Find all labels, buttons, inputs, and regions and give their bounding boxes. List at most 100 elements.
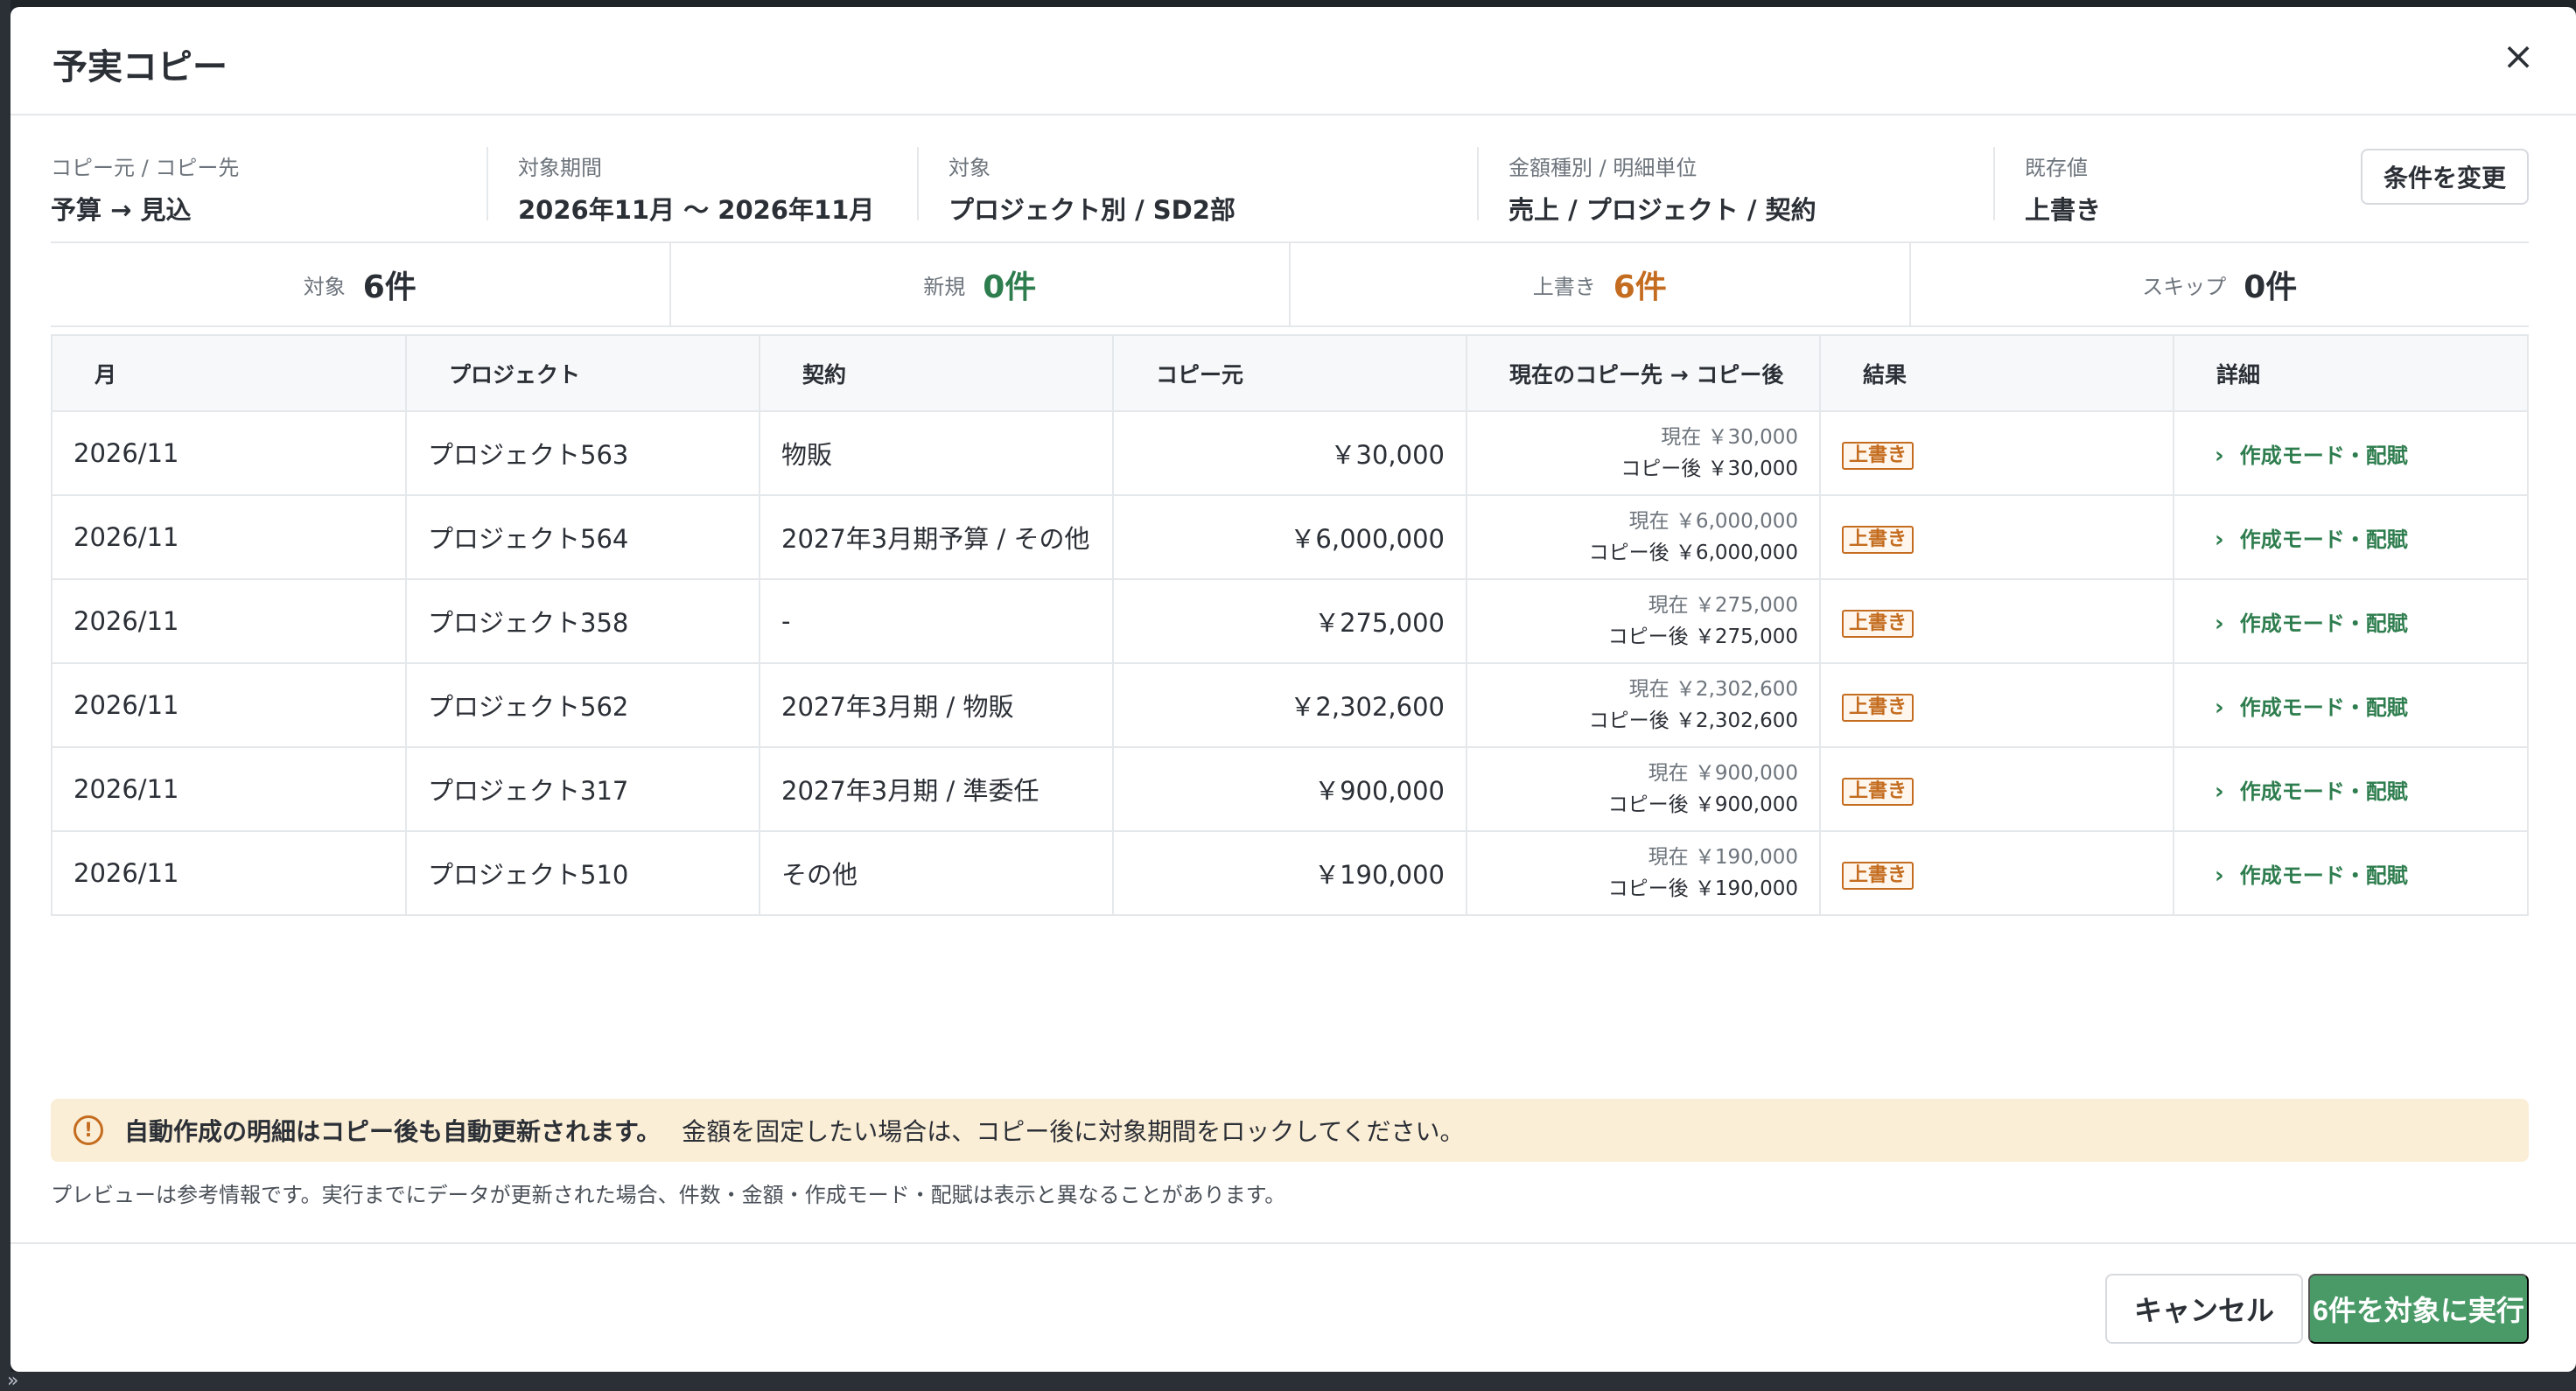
- close-icon[interactable]: ×: [2494, 31, 2543, 80]
- detail-label: 作成モード・配賦: [2239, 779, 2408, 804]
- expand-sidebar-icon[interactable]: »: [7, 1372, 42, 1391]
- cell-project: プロジェクト317: [406, 747, 760, 832]
- cell-project: プロジェクト562: [406, 663, 760, 748]
- cell-source-amount: ￥900,000: [1113, 747, 1467, 832]
- table-row: 2026/11 プロジェクト564 2027年3月期予算 / その他 ￥6,00…: [52, 495, 2527, 580]
- cell-compare: 現在 ￥190,000 コピー後 ￥190,000: [1466, 831, 1821, 916]
- detail-label: 作成モード・配賦: [2239, 527, 2408, 552]
- table-row: 2026/11 プロジェクト358 - ￥275,000 現在 ￥275,000…: [52, 579, 2527, 664]
- column-header-source[interactable]: コピー元: [1113, 336, 1467, 412]
- cell-compare: 現在 ￥900,000 コピー後 ￥900,000: [1466, 747, 1821, 832]
- cell-detail: › 作成モード・配賦: [2174, 495, 2527, 580]
- warning-text: 金額を固定したい場合は、コピー後に対象期間をロックしてください。: [682, 1117, 1465, 1146]
- summary-label: スキップ: [2142, 274, 2227, 299]
- summary-new: 新規 0件: [668, 243, 1290, 325]
- cell-month: 2026/11: [52, 831, 407, 916]
- summary-value: 6件: [362, 269, 416, 305]
- cell-compare: 現在 ￥275,000 コピー後 ￥275,000: [1466, 579, 1821, 664]
- chevron-right-icon: ›: [2215, 694, 2224, 721]
- cell-compare: 現在 ￥30,000 コピー後 ￥30,000: [1466, 411, 1821, 496]
- condition-value: 売上 / プロジェクト / 契約: [1508, 195, 1816, 225]
- preview-table: 月 プロジェクト 契約 コピー元 現在のコピー先 → コピー後 結果 詳細 20…: [51, 334, 2529, 916]
- summary-label: 新規: [923, 274, 966, 299]
- condition-value: 2026年11月 〜 2026年11月: [518, 195, 875, 225]
- conditions-panel: コピー元 / コピー先 予算 → 見込 対象期間 2026年11月 〜 2026…: [51, 147, 2529, 243]
- cell-project: プロジェクト564: [406, 495, 760, 580]
- chevron-right-icon: ›: [2215, 862, 2224, 889]
- table-header-row: 月 プロジェクト 契約 コピー元 現在のコピー先 → コピー後 結果 詳細: [52, 336, 2527, 412]
- cancel-button[interactable]: キャンセル: [2105, 1274, 2303, 1344]
- detail-label: 作成モード・配賦: [2239, 863, 2408, 888]
- overwrite-badge: 上書き: [1842, 861, 1914, 890]
- execute-button[interactable]: 6件を対象に実行: [2308, 1274, 2529, 1344]
- cell-result: 上書き: [1820, 579, 2174, 664]
- condition-label: 対象: [948, 156, 990, 180]
- column-header-result[interactable]: 結果: [1820, 336, 2174, 412]
- cell-month: 2026/11: [52, 495, 407, 580]
- chevron-right-icon: ›: [2215, 442, 2224, 469]
- backdrop-left-edge: [0, 0, 10, 1391]
- current-amount: 現在 ￥190,000: [1648, 846, 1798, 869]
- condition-label: 既存値: [2025, 156, 2088, 180]
- detail-label: 作成モード・配賦: [2239, 695, 2408, 720]
- overwrite-badge: 上書き: [1842, 777, 1914, 806]
- cell-contract: 2027年3月期予算 / その他: [760, 495, 1114, 580]
- condition-source-target: コピー元 / コピー先 予算 → 見込: [51, 147, 486, 225]
- detail-label: 作成モード・配賦: [2239, 443, 2408, 468]
- cell-compare: 現在 ￥6,000,000 コピー後 ￥6,000,000: [1466, 495, 1821, 580]
- summary-label: 対象: [303, 274, 346, 299]
- after-amount: コピー後 ￥6,000,000: [1588, 542, 1798, 564]
- detail-toggle[interactable]: › 作成モード・配賦: [2195, 694, 2408, 721]
- after-amount: コピー後 ￥190,000: [1607, 877, 1798, 900]
- current-amount: 現在 ￥2,302,600: [1628, 678, 1798, 701]
- column-header-project[interactable]: プロジェクト: [406, 336, 760, 412]
- cell-source-amount: ￥30,000: [1113, 411, 1467, 496]
- cell-detail: › 作成モード・配賦: [2174, 663, 2527, 748]
- summary-value: 0件: [983, 269, 1037, 305]
- column-header-contract[interactable]: 契約: [760, 336, 1114, 412]
- detail-toggle[interactable]: › 作成モード・配賦: [2195, 611, 2408, 637]
- backdrop-bottom-bar: »: [0, 1372, 2576, 1391]
- cell-detail: › 作成モード・配賦: [2174, 747, 2527, 832]
- cell-contract: -: [760, 579, 1114, 664]
- summary-value: 0件: [2244, 269, 2298, 305]
- cell-month: 2026/11: [52, 663, 407, 748]
- dialog-header: 予実コピー ×: [10, 7, 2576, 115]
- column-header-detail[interactable]: 詳細: [2174, 336, 2527, 412]
- detail-toggle[interactable]: › 作成モード・配賦: [2195, 442, 2408, 469]
- cell-source-amount: ￥6,000,000: [1113, 495, 1467, 580]
- detail-toggle[interactable]: › 作成モード・配賦: [2195, 527, 2408, 553]
- cell-project: プロジェクト510: [406, 831, 760, 916]
- summary-skip: スキップ 0件: [1908, 243, 2530, 325]
- cell-month: 2026/11: [52, 579, 407, 664]
- after-amount: コピー後 ￥900,000: [1607, 793, 1798, 816]
- cell-detail: › 作成モード・配賦: [2174, 411, 2527, 496]
- column-header-month[interactable]: 月: [52, 336, 407, 412]
- column-header-compare[interactable]: 現在のコピー先 → コピー後: [1466, 336, 1821, 412]
- after-amount: コピー後 ￥30,000: [1620, 458, 1798, 480]
- detail-toggle[interactable]: › 作成モード・配賦: [2195, 779, 2408, 805]
- cell-result: 上書き: [1820, 747, 2174, 832]
- dialog-footer: キャンセル 6件を対象に実行: [10, 1242, 2576, 1372]
- after-amount: コピー後 ￥275,000: [1607, 626, 1798, 648]
- current-amount: 現在 ￥275,000: [1648, 594, 1798, 617]
- condition-existing-value: 既存値 上書き: [1993, 147, 2326, 225]
- copy-dialog: 予実コピー × コピー元 / コピー先 予算 → 見込 対象期間 2026年11…: [10, 7, 2576, 1372]
- overwrite-badge: 上書き: [1842, 525, 1914, 554]
- cell-contract: 2027年3月期 / 物販: [760, 663, 1114, 748]
- current-amount: 現在 ￥6,000,000: [1628, 510, 1798, 533]
- summary-overwrite: 上書き 6件: [1289, 243, 1909, 325]
- cell-detail: › 作成モード・配賦: [2174, 831, 2527, 916]
- cell-month: 2026/11: [52, 747, 407, 832]
- cell-contract: 2027年3月期 / 準委任: [760, 747, 1114, 832]
- dialog-title: 予実コピー: [52, 47, 228, 87]
- condition-label: 対象期間: [518, 156, 602, 180]
- detail-toggle[interactable]: › 作成モード・配賦: [2195, 862, 2408, 889]
- change-conditions-button[interactable]: 条件を変更: [2361, 149, 2529, 205]
- detail-label: 作成モード・配賦: [2239, 611, 2408, 636]
- cell-result: 上書き: [1820, 831, 2174, 916]
- cell-detail: › 作成モード・配賦: [2174, 579, 2527, 664]
- current-amount: 現在 ￥900,000: [1648, 762, 1798, 785]
- overwrite-badge: 上書き: [1842, 441, 1914, 470]
- cell-source-amount: ￥275,000: [1113, 579, 1467, 664]
